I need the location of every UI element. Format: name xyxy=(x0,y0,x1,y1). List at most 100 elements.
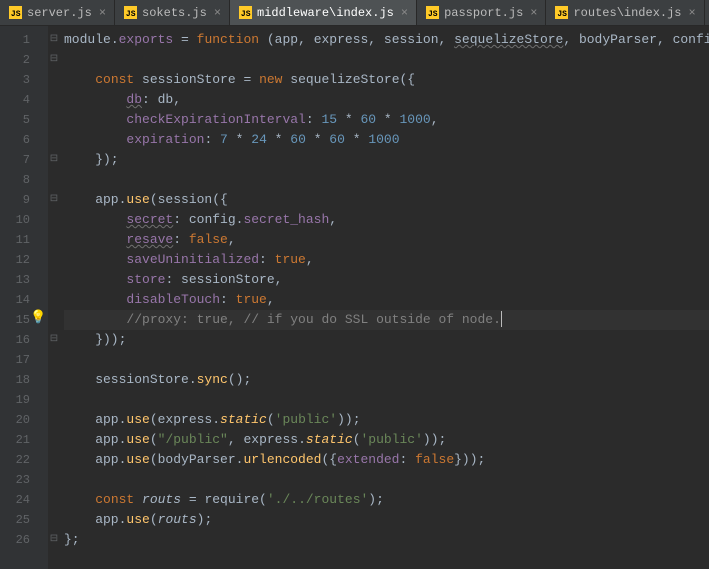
fold-marker[interactable]: ⊟ xyxy=(48,190,60,210)
line-number[interactable]: 6 xyxy=(0,130,48,150)
tab-3[interactable]: JS passport.js × xyxy=(417,0,546,25)
code-line[interactable]: secret: config.secret_hash, xyxy=(64,210,709,230)
fold-marker[interactable] xyxy=(48,450,60,470)
code-line[interactable]: saveUninitialized: true, xyxy=(64,250,709,270)
tab-label: sokets.js xyxy=(142,6,207,20)
line-number[interactable]: 18 xyxy=(0,370,48,390)
fold-marker[interactable] xyxy=(48,170,60,190)
fold-marker[interactable]: ⊟ xyxy=(48,530,60,550)
line-number[interactable]: 7 xyxy=(0,150,48,170)
fold-marker[interactable] xyxy=(48,270,60,290)
tab-4[interactable]: JS routes\index.js × xyxy=(546,0,704,25)
fold-marker[interactable] xyxy=(48,210,60,230)
fold-marker[interactable] xyxy=(48,130,60,150)
line-number[interactable]: 23 xyxy=(0,470,48,490)
fold-marker[interactable] xyxy=(48,250,60,270)
fold-marker[interactable] xyxy=(48,110,60,130)
fold-marker[interactable] xyxy=(48,370,60,390)
line-number[interactable]: 20 xyxy=(0,410,48,430)
line-number[interactable]: 12 xyxy=(0,250,48,270)
fold-marker[interactable] xyxy=(48,230,60,250)
code-line[interactable]: expiration: 7 * 24 * 60 * 60 * 1000 xyxy=(64,130,709,150)
line-number[interactable]: 11 xyxy=(0,230,48,250)
code-line[interactable] xyxy=(64,470,709,490)
fold-marker[interactable] xyxy=(48,290,60,310)
line-number[interactable]: 22 xyxy=(0,450,48,470)
code-line[interactable]: })); xyxy=(64,330,709,350)
code-line[interactable]: disableTouch: true, xyxy=(64,290,709,310)
line-number[interactable]: 21 xyxy=(0,430,48,450)
line-number[interactable]: 3 xyxy=(0,70,48,90)
fold-marker[interactable]: ⊟ xyxy=(48,30,60,50)
code-line[interactable]: const routs = require('./../routes'); xyxy=(64,490,709,510)
code-line[interactable]: }; xyxy=(64,530,709,550)
line-number[interactable]: 10 xyxy=(0,210,48,230)
code-line[interactable]: sessionStore.sync(); xyxy=(64,370,709,390)
line-number[interactable]: 1 xyxy=(0,30,48,50)
fold-marker[interactable] xyxy=(48,90,60,110)
line-number[interactable]: 13 xyxy=(0,270,48,290)
code-line[interactable] xyxy=(64,390,709,410)
js-file-icon: JS xyxy=(123,6,137,20)
line-number[interactable]: 9 xyxy=(0,190,48,210)
close-icon[interactable]: × xyxy=(689,6,696,20)
close-icon[interactable]: × xyxy=(214,6,221,20)
close-icon[interactable]: × xyxy=(530,6,537,20)
code-line[interactable]: app.use(session({ xyxy=(64,190,709,210)
fold-marker[interactable] xyxy=(48,310,60,330)
line-number[interactable]: 26 xyxy=(0,530,48,550)
line-number[interactable]: 16 xyxy=(0,330,48,350)
lightbulb-icon[interactable]: 💡 xyxy=(30,310,46,325)
code-line[interactable]: app.use(express.static('public')); xyxy=(64,410,709,430)
code-line[interactable]: store: sessionStore, xyxy=(64,270,709,290)
code-line[interactable]: app.use(routs); xyxy=(64,510,709,530)
code-line[interactable]: app.use(bodyParser.urlencoded({extended:… xyxy=(64,450,709,470)
fold-marker[interactable] xyxy=(48,430,60,450)
fold-marker[interactable] xyxy=(48,410,60,430)
line-number[interactable]: 14 xyxy=(0,290,48,310)
tab-1[interactable]: JS sokets.js × xyxy=(115,0,230,25)
code-line[interactable]: //proxy: true, // if you do SSL outside … xyxy=(64,310,709,330)
close-icon[interactable]: × xyxy=(99,6,106,20)
fold-marker[interactable]: ⊟ xyxy=(48,50,60,70)
tab-label: middleware\index.js xyxy=(257,6,394,20)
code-line[interactable]: module.exports = function (app, express,… xyxy=(64,30,709,50)
fold-marker[interactable] xyxy=(48,390,60,410)
code-line[interactable]: db: db, xyxy=(64,90,709,110)
code-line[interactable]: }); xyxy=(64,150,709,170)
fold-marker[interactable] xyxy=(48,470,60,490)
fold-marker[interactable]: ⊟ xyxy=(48,150,60,170)
editor-area: 1234567891011121314151617181920212223242… xyxy=(0,26,709,569)
js-file-icon: JS xyxy=(425,6,439,20)
line-number[interactable]: 8 xyxy=(0,170,48,190)
code-line[interactable]: checkExpirationInterval: 15 * 60 * 1000, xyxy=(64,110,709,130)
close-icon[interactable]: × xyxy=(401,6,408,20)
line-number[interactable]: 24 xyxy=(0,490,48,510)
fold-marker[interactable] xyxy=(48,70,60,90)
text-cursor xyxy=(501,311,502,327)
tab-0[interactable]: JSserver.js× xyxy=(0,0,115,25)
line-number[interactable]: 17 xyxy=(0,350,48,370)
tab-2[interactable]: JSmiddleware\index.js× xyxy=(230,0,417,25)
fold-column[interactable]: 💡 ⊟⊟⊟⊟⊟⊟ xyxy=(48,26,60,569)
code-line[interactable] xyxy=(64,170,709,190)
code-area[interactable]: module.exports = function (app, express,… xyxy=(60,26,709,569)
code-line[interactable] xyxy=(64,50,709,70)
tab-label: routes\index.js xyxy=(573,6,681,20)
code-line[interactable]: resave: false, xyxy=(64,230,709,250)
fold-marker[interactable] xyxy=(48,350,60,370)
line-number[interactable]: 5 xyxy=(0,110,48,130)
js-file-icon: JS xyxy=(554,6,568,20)
line-number[interactable]: 2 xyxy=(0,50,48,70)
line-number[interactable]: 25 xyxy=(0,510,48,530)
line-number[interactable]: 19 xyxy=(0,390,48,410)
line-gutter[interactable]: 1234567891011121314151617181920212223242… xyxy=(0,26,48,569)
code-line[interactable] xyxy=(64,350,709,370)
line-number[interactable]: 4 xyxy=(0,90,48,110)
fold-marker[interactable]: ⊟ xyxy=(48,330,60,350)
fold-marker[interactable] xyxy=(48,510,60,530)
code-line[interactable]: const sessionStore = new sequelizeStore(… xyxy=(64,70,709,90)
fold-marker[interactable] xyxy=(48,490,60,510)
tab-label: passport.js xyxy=(444,6,523,20)
code-line[interactable]: app.use("/public", express.static('publi… xyxy=(64,430,709,450)
